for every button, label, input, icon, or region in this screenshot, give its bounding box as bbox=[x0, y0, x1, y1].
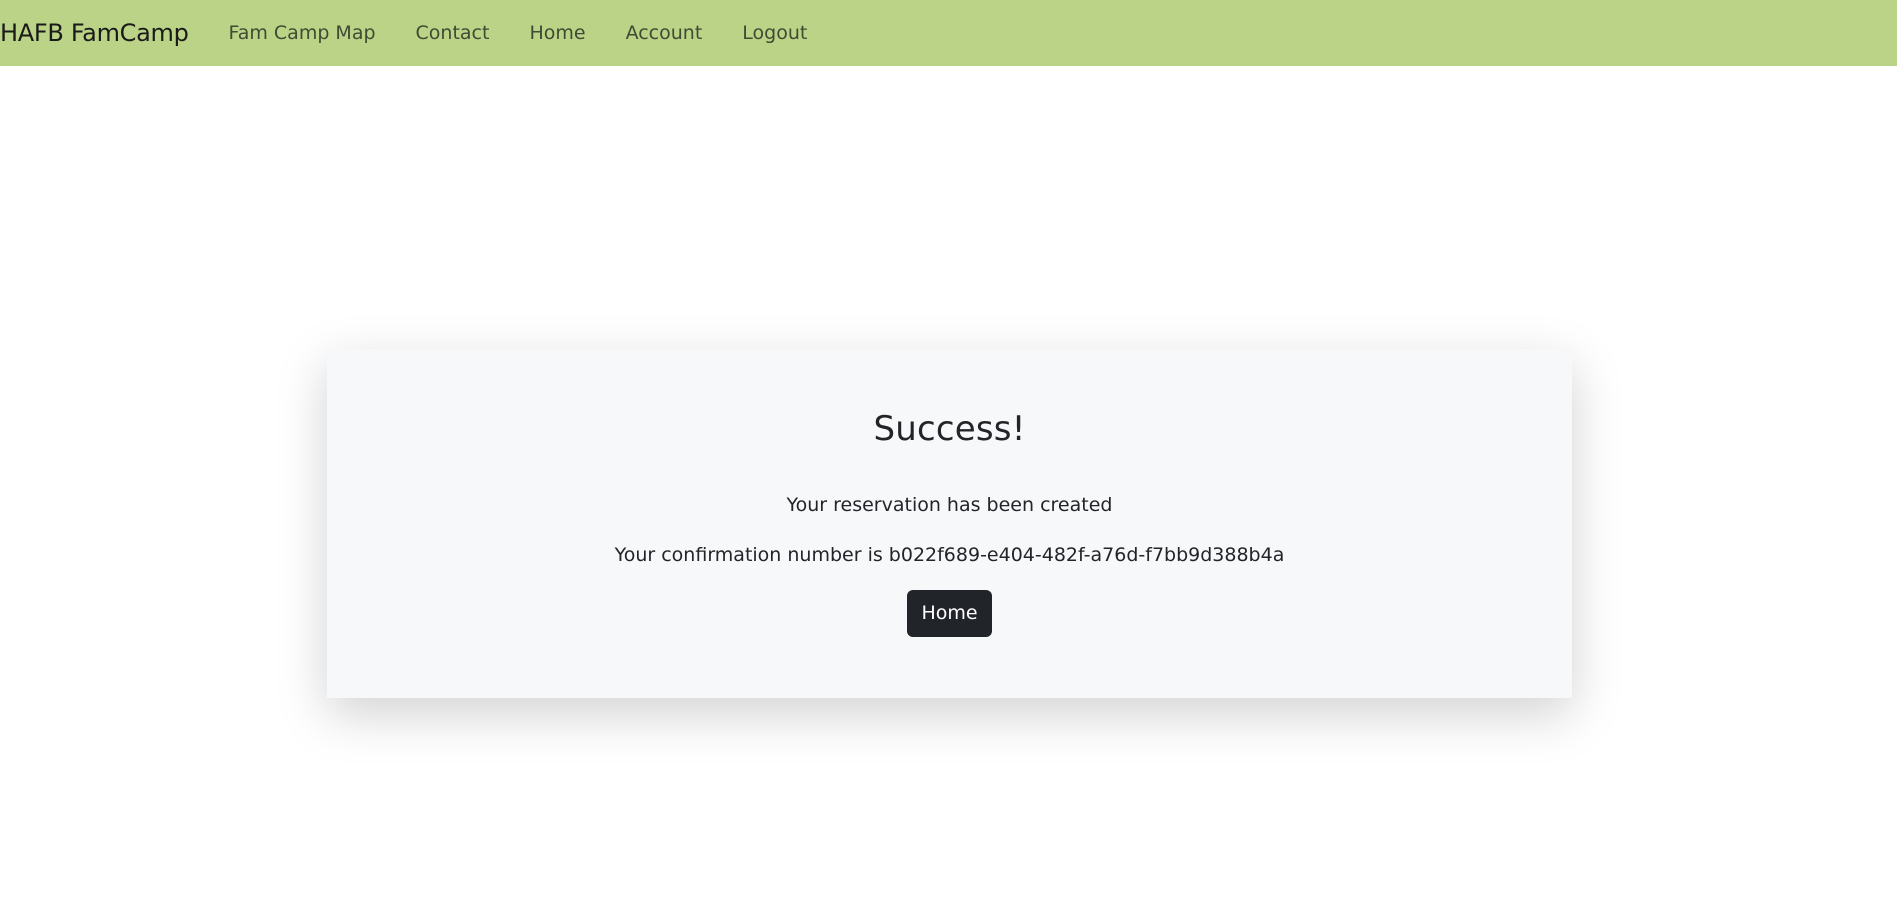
nav-link-fam-camp-map[interactable]: Fam Camp Map bbox=[229, 22, 376, 44]
nav-link-logout[interactable]: Logout bbox=[742, 22, 807, 44]
confirmation-number-text: Your confirmation number is b022f689-e40… bbox=[614, 544, 1285, 566]
top-navbar: HAFB FamCamp Fam Camp Map Contact Home A… bbox=[0, 0, 1897, 66]
nav-link-account[interactable]: Account bbox=[626, 22, 703, 44]
success-card: Success! Your reservation has been creat… bbox=[327, 349, 1572, 698]
nav-link-contact[interactable]: Contact bbox=[416, 22, 490, 44]
nav-links: Fam Camp Map Contact Home Account Logout bbox=[219, 22, 838, 44]
reservation-message: Your reservation has been created bbox=[786, 494, 1113, 516]
nav-link-home[interactable]: Home bbox=[529, 22, 585, 44]
success-title: Success! bbox=[873, 409, 1026, 449]
brand-link[interactable]: HAFB FamCamp bbox=[0, 19, 189, 47]
home-button[interactable]: Home bbox=[907, 590, 992, 637]
